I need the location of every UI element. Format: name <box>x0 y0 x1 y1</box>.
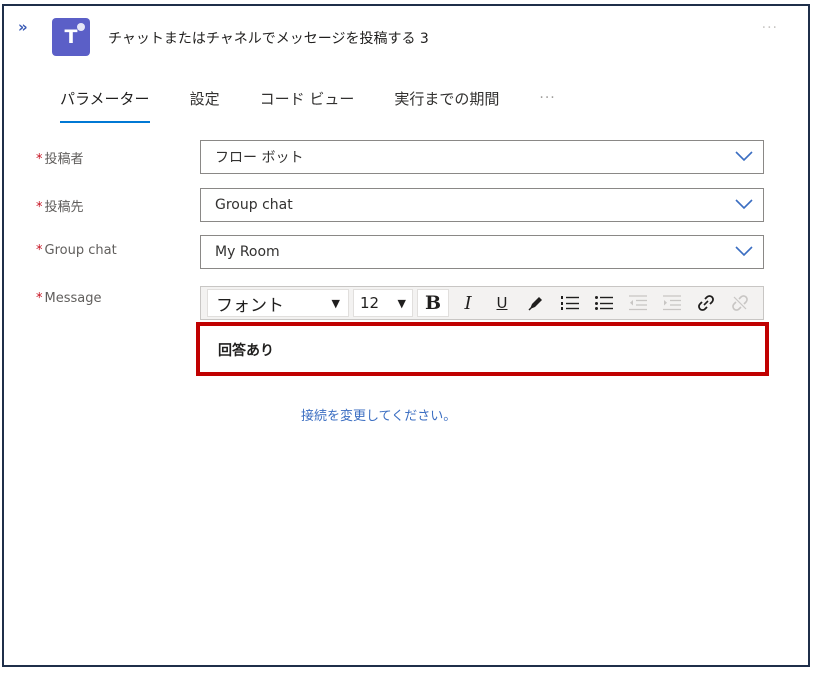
teams-icon-dot <box>77 23 85 31</box>
message-label-text: Message <box>44 291 102 306</box>
tab-bar: パラメーター 設定 コード ビュー 実行までの期間 ··· <box>60 88 556 123</box>
font-family-value: フォント <box>216 295 284 316</box>
required-mark: * <box>36 243 43 258</box>
required-mark: * <box>36 291 43 306</box>
tabs-more-icon[interactable]: ··· <box>539 90 555 106</box>
post-in-dropdown[interactable]: Group chat <box>200 188 764 222</box>
action-card: » T チャットまたはチャネルでメッセージを投稿する 3 ··· パラメーター … <box>2 4 810 667</box>
poster-label: * 投稿者 <box>36 148 84 167</box>
chevron-down-icon <box>735 151 753 162</box>
poster-label-text: 投稿者 <box>44 152 84 167</box>
underline-button[interactable]: U <box>487 290 517 316</box>
bullet-list-icon-svg <box>595 296 613 310</box>
group-chat-dropdown[interactable]: My Room <box>200 235 764 269</box>
message-label: * Message <box>36 291 101 306</box>
message-editor[interactable]: 回答あり <box>196 322 769 376</box>
decrease-indent-icon-svg <box>629 295 647 311</box>
numbered-list-icon[interactable] <box>555 290 585 316</box>
italic-button[interactable]: I <box>453 290 483 316</box>
group-chat-value: My Room <box>215 244 280 260</box>
post-in-label: * 投稿先 <box>36 196 84 215</box>
poster-dropdown[interactable]: フロー ボット <box>200 140 764 174</box>
chevron-down-icon <box>735 246 753 257</box>
group-chat-label-text: Group chat <box>44 243 117 258</box>
pen-icon[interactable] <box>521 290 551 316</box>
tab-settings[interactable]: 設定 <box>190 88 220 119</box>
collapse-chevron-icon[interactable]: » <box>18 18 28 36</box>
required-mark: * <box>36 200 43 215</box>
increase-indent-icon[interactable] <box>657 290 687 316</box>
change-connection-link[interactable]: 接続を変更してください。 <box>301 405 456 424</box>
font-dropdown-icon: ▼ <box>331 296 340 310</box>
post-in-value: Group chat <box>215 197 293 213</box>
tab-code-view[interactable]: コード ビュー <box>260 88 355 119</box>
bold-button[interactable]: B <box>417 289 449 317</box>
decrease-indent-icon[interactable] <box>623 290 653 316</box>
increase-indent-icon-svg <box>663 295 681 311</box>
pen-icon-svg <box>528 297 542 311</box>
teams-icon: T <box>52 18 90 56</box>
post-in-label-text: 投稿先 <box>44 200 84 215</box>
tab-parameters[interactable]: パラメーター <box>60 88 150 123</box>
unlink-icon[interactable] <box>725 290 755 316</box>
link-icon-svg <box>698 295 714 311</box>
required-mark: * <box>36 152 43 167</box>
chevron-down-icon <box>735 199 753 210</box>
unlink-icon-svg <box>732 295 748 311</box>
link-icon[interactable] <box>691 290 721 316</box>
action-title[interactable]: チャットまたはチャネルでメッセージを投稿する 3 <box>108 28 429 48</box>
teams-icon-letter: T <box>64 26 78 48</box>
message-value: 回答あり <box>218 343 274 359</box>
group-chat-label: * Group chat <box>36 243 117 258</box>
bullet-list-icon[interactable] <box>589 290 619 316</box>
rich-text-toolbar: フォント ▼ 12 ▼ B I U <box>200 286 764 320</box>
poster-value: フロー ボット <box>215 150 304 166</box>
numbered-list-icon-svg <box>561 296 579 310</box>
tab-run-after[interactable]: 実行までの期間 <box>394 88 499 119</box>
font-size-value: 12 <box>360 294 380 312</box>
size-dropdown-icon: ▼ <box>397 296 406 310</box>
more-options-icon[interactable]: ··· <box>762 20 778 36</box>
font-size-select[interactable]: 12 ▼ <box>353 289 413 317</box>
font-family-select[interactable]: フォント ▼ <box>207 289 349 317</box>
